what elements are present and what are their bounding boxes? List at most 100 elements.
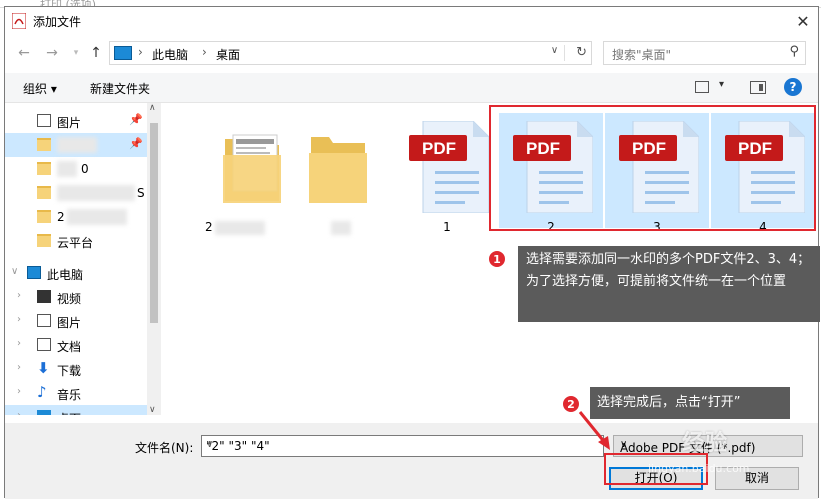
picture-icon [37, 314, 51, 327]
sidebar-item-downloads[interactable]: › ⬇ 下载 [5, 357, 147, 381]
folder-icon [309, 137, 367, 203]
filename-input[interactable]: "2" "3" "4" ∨ [201, 435, 604, 457]
sidebar-item-desktop[interactable]: › 桌面 [5, 405, 147, 415]
breadcrumb-desktop[interactable]: 桌面 [216, 46, 240, 63]
sidebar-item-label: 此电脑 [47, 268, 84, 282]
close-icon[interactable]: ✕ [788, 7, 818, 35]
navigation-bar: ← → ▾ ↑ › 此电脑 › 桌面 ∨ ↻ 搜索"桌面" ⚲ [5, 37, 818, 69]
pdf-badge-text: PDF [422, 139, 456, 158]
forward-icon[interactable]: → [43, 44, 61, 62]
instruction-callout-2: 选择完成后，点击“打开” [590, 387, 790, 419]
sidebar-item-folder[interactable]: S [5, 181, 147, 205]
sidebar-item-label: 图片 [57, 116, 82, 130]
sidebar-item-label: S [137, 186, 145, 200]
folder-icon [37, 162, 51, 175]
title-bar: 添加文件 ✕ [5, 7, 818, 35]
picture-icon [37, 114, 51, 127]
sidebar-item-pictures[interactable]: › 图片 [5, 309, 147, 333]
folder-icon [37, 138, 51, 151]
chevron-right-icon[interactable]: › [17, 410, 21, 415]
sidebar-item-this-pc[interactable]: ∨ 此电脑 [5, 261, 147, 285]
chevron-right-icon[interactable]: › [17, 362, 21, 373]
pdf-file-icon [513, 121, 593, 213]
sidebar-item-folder[interactable]: 0 [5, 157, 147, 181]
scroll-down-icon[interactable]: ∨ [149, 405, 156, 415]
computer-icon [114, 46, 132, 60]
document-icon [37, 338, 51, 351]
breadcrumb-this-pc[interactable]: 此电脑 [152, 46, 188, 63]
chevron-right-icon[interactable]: › [17, 338, 21, 349]
scroll-thumb[interactable] [150, 123, 158, 323]
scroll-up-icon[interactable]: ∧ [149, 103, 156, 113]
search-placeholder: 搜索"桌面" [612, 48, 672, 62]
chevron-down-icon[interactable]: ∨ [11, 266, 18, 277]
video-icon [37, 290, 51, 303]
sidebar-item-label: 下载 [57, 364, 82, 378]
file-item-pdf-selected[interactable]: PDF 2 [499, 113, 603, 234]
folder-icon [223, 134, 281, 203]
sidebar-item-label: 视频 [57, 292, 82, 306]
new-folder-button[interactable]: 新建文件夹 [90, 80, 150, 97]
pin-icon: 📌 [129, 137, 143, 150]
sidebar-item-cloud-platform[interactable]: 云平台 [5, 229, 147, 253]
download-icon: ⬇ [37, 359, 50, 377]
instruction-callout-1: 选择需要添加同一水印的多个PDF文件2、3、4；为了选择方便，可提前将文件统一在… [518, 246, 820, 322]
search-icon[interactable]: ⚲ [789, 44, 799, 59]
refresh-icon[interactable]: ↻ [576, 45, 587, 60]
pdf-file-icon [409, 121, 489, 213]
sidebar-item-label: 2 [57, 210, 65, 224]
sidebar-item-label: 图片 [57, 316, 82, 330]
watermark-url: jingyan.baidu.com [648, 462, 750, 475]
folder-icon [37, 186, 51, 199]
sidebar-item-music[interactable]: › ♪ 音乐 [5, 381, 147, 405]
sidebar-item-quick-blur[interactable]: 📌 [5, 133, 147, 157]
pdf-file-icon [725, 121, 805, 213]
up-icon[interactable]: ↑ [87, 44, 105, 62]
chevron-right-icon[interactable]: › [17, 290, 21, 301]
pdf-badge-text: PDF [632, 139, 666, 158]
view-dropdown-icon[interactable]: ▾ [719, 79, 724, 90]
music-icon: ♪ [37, 383, 47, 401]
desktop-icon [37, 410, 51, 415]
pdf-app-icon [12, 13, 26, 29]
pin-icon: 📌 [129, 113, 143, 126]
chevron-right-icon[interactable]: › [17, 314, 21, 325]
chevron-down-icon[interactable]: ∨ [206, 439, 599, 450]
sidebar-item-videos[interactable]: › 视频 [5, 285, 147, 309]
folder-icon [37, 234, 51, 247]
computer-icon [27, 266, 41, 279]
sidebar-item-pictures-quick[interactable]: 图片 📌 [5, 109, 147, 133]
file-name: 2 [547, 220, 555, 234]
pdf-badge-text: PDF [738, 139, 772, 158]
chevron-right-icon[interactable]: › [202, 45, 207, 59]
step-badge-1: 1 [488, 250, 506, 268]
file-item-folder[interactable] [291, 113, 395, 235]
chevron-right-icon[interactable]: › [138, 45, 143, 59]
watermark-logo: 经验 [682, 431, 729, 456]
file-item-folder-doc[interactable]: 2 [183, 113, 287, 235]
file-name: 4 [759, 220, 767, 234]
sidebar-item-label: 音乐 [57, 388, 82, 402]
address-dropdown-icon[interactable]: ∨ [545, 45, 565, 61]
chevron-right-icon[interactable]: › [17, 386, 21, 397]
file-item-pdf[interactable]: PDF 1 [395, 113, 499, 234]
search-box[interactable]: 搜索"桌面" ⚲ [603, 41, 806, 65]
file-name: 3 [653, 220, 661, 234]
sidebar-scrollbar[interactable]: ∧ ∨ [147, 103, 161, 415]
organize-button[interactable]: 组织 ▾ [23, 80, 57, 97]
file-item-pdf-selected[interactable]: PDF 4 [711, 113, 815, 234]
sidebar-item-label: 桌面 [57, 410, 81, 415]
arrow-icon [578, 411, 610, 450]
navigation-pane: 图片 📌 📌 0 S 2 云平台 ∨ 此电脑 › 视频 › 图片 › 文档 › … [5, 103, 161, 415]
sidebar-item-documents[interactable]: › 文档 [5, 333, 147, 357]
address-bar[interactable]: › 此电脑 › 桌面 ∨ ↻ [109, 41, 592, 65]
help-icon[interactable]: ? [784, 78, 802, 96]
preview-pane-icon[interactable] [750, 81, 766, 94]
recent-dropdown-icon[interactable]: ▾ [67, 44, 85, 62]
view-mode-icon[interactable] [695, 81, 709, 93]
sidebar-item-folder[interactable]: 2 [5, 205, 147, 229]
filename-label: 文件名(N): [135, 441, 194, 455]
back-icon[interactable]: ← [15, 44, 33, 62]
pdf-badge-text: PDF [526, 139, 560, 158]
file-item-pdf-selected[interactable]: PDF 3 [605, 113, 709, 234]
